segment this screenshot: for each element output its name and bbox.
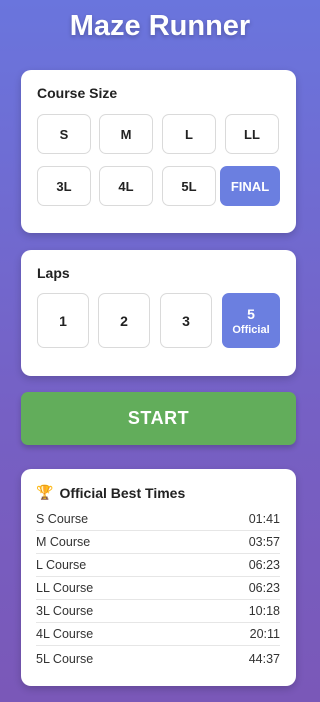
course-time: 20:11 [249,627,280,641]
laps-card: Laps 1 2 3 5 Official [21,250,296,376]
lap-option-label: 5 [247,305,255,322]
course-time: 06:23 [248,558,280,572]
best-time-row: 3L Course 10:18 [36,600,280,623]
course-name: 4L Course [36,627,94,641]
course-option-final[interactable]: FINAL [220,166,280,206]
course-time: 06:23 [248,581,280,595]
best-times-card: 🏆 Official Best Times S Course 01:41 M C… [21,469,296,686]
best-time-row: S Course 01:41 [36,508,280,531]
lap-option-label: 1 [59,312,67,329]
course-option-s[interactable]: S [37,114,91,154]
course-name: 5L Course [36,651,94,666]
start-button[interactable]: START [21,392,296,445]
lap-option-label: 2 [120,312,128,329]
course-name: 3L Course [36,604,94,618]
course-time: 01:41 [248,512,280,526]
page-title: Maze Runner [69,10,251,42]
lap-option-sublabel: Official [232,323,270,336]
course-option-5l[interactable]: 5L [162,166,216,206]
lap-option-2[interactable]: 2 [98,293,150,348]
lap-option-3[interactable]: 3 [160,293,212,348]
course-option-m[interactable]: M [99,114,153,154]
best-time-row: LL Course 06:23 [36,577,280,600]
course-option-3l[interactable]: 3L [37,166,91,206]
course-name: S Course [36,512,89,526]
course-size-heading: Course Size [37,85,118,101]
lap-option-1[interactable]: 1 [37,293,89,348]
best-time-row: 4L Course 20:11 [36,623,280,646]
course-name: LL Course [36,581,94,595]
lap-option-label: 3 [182,312,190,329]
course-option-ll[interactable]: LL [225,114,279,154]
laps-heading: Laps [37,265,70,281]
best-time-row: L Course 06:23 [36,554,280,577]
course-name: M Course [36,535,91,549]
best-times-heading: Official Best Times [59,484,186,501]
course-time: 10:18 [248,604,280,618]
course-time: 03:57 [248,535,280,549]
course-size-card: Course Size S M L LL 3L 4L 5L FINAL [21,70,296,233]
lap-option-5[interactable]: 5 Official [222,293,280,348]
course-option-l[interactable]: L [162,114,216,154]
trophy-icon: 🏆 [36,484,54,500]
best-times-header: 🏆 Official Best Times [36,484,185,501]
best-time-row: 5L Course 44:37 [36,647,280,670]
best-time-row: M Course 03:57 [36,531,280,554]
course-name: L Course [36,558,87,572]
course-time: 44:37 [248,651,280,666]
course-option-4l[interactable]: 4L [99,166,153,206]
